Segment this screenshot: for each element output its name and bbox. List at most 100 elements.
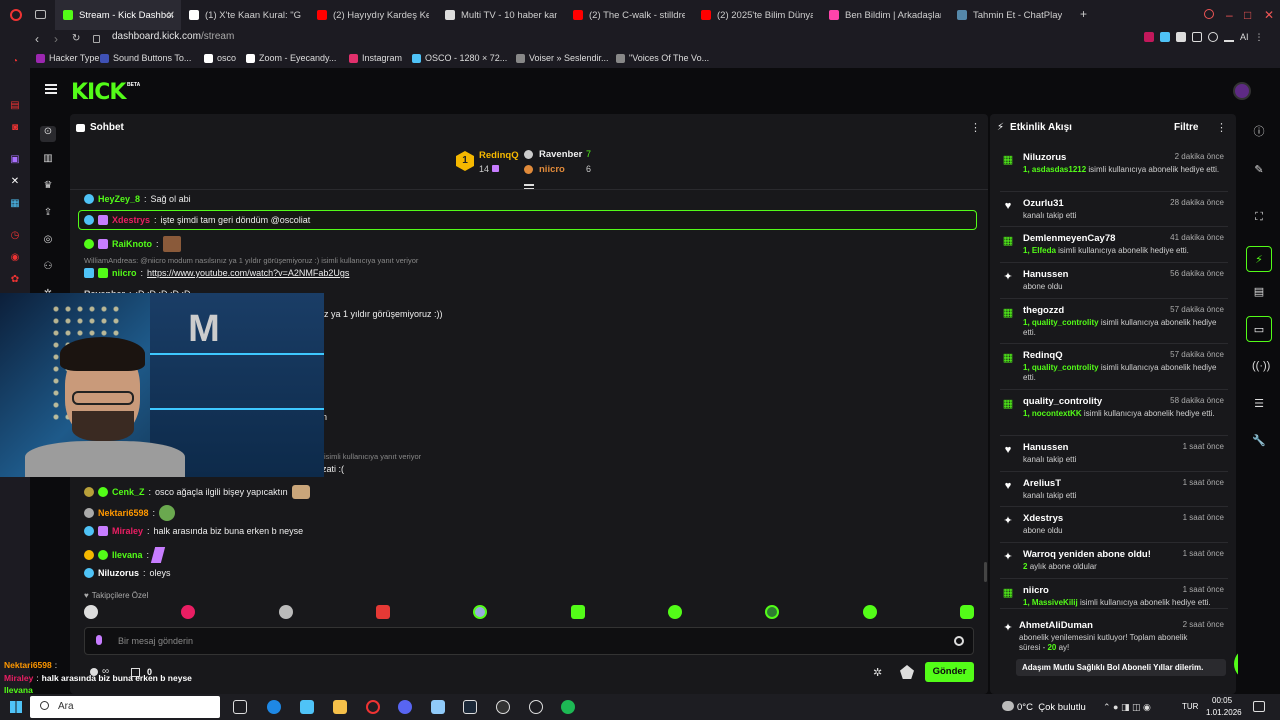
clock-time[interactable]: 00:05 (1212, 696, 1232, 705)
bookmark-item[interactable]: Hacker Typer (36, 53, 102, 63)
feed-item-name[interactable]: Warroq yeniden abone oldu! (1023, 549, 1151, 560)
browser-tab[interactable]: (2) 2025'te Bilim Dünyası (693, 0, 821, 30)
emote-10[interactable] (959, 605, 974, 619)
nav-upload-icon[interactable]: ⇪ (42, 207, 54, 219)
chat-username[interactable]: RaiKnoto (112, 239, 152, 249)
leader-2-name[interactable]: Ravenber (539, 149, 582, 160)
chat-username[interactable]: niicro (112, 268, 137, 278)
chat-username[interactable]: Ilevana (112, 550, 143, 560)
chat-username[interactable]: Niluzorus (98, 568, 139, 578)
app-icon-2[interactable] (529, 700, 543, 714)
tray-icons[interactable]: ⌃ ● ◨ ◫ ◉ (1103, 702, 1151, 713)
emote-7[interactable] (667, 605, 682, 619)
chat-username[interactable]: Xdestrys (112, 215, 150, 225)
sidebar-app-icon[interactable]: ▦ (9, 198, 21, 210)
queue-icon[interactable]: ☰ (1252, 397, 1266, 411)
bookmark-item[interactable]: osco (204, 53, 236, 63)
tab-list-icon[interactable] (35, 10, 46, 19)
feed-item-name[interactable]: Hanussen (1023, 442, 1068, 453)
feed-item-name[interactable]: Xdestrys (1023, 513, 1063, 524)
ai-button[interactable]: AI (1240, 32, 1249, 43)
search-tabs-icon[interactable] (1204, 9, 1214, 19)
feed-item-name[interactable]: Niluzorus (1023, 152, 1066, 163)
feed-item-name[interactable]: AhmetAliDuman (1019, 620, 1093, 631)
activity-feed-tool-icon[interactable]: ⚡ (1246, 246, 1272, 272)
leader-3-name[interactable]: niicro (539, 164, 565, 175)
feed-item-highlight[interactable]: asdasdas1212 (1032, 165, 1086, 174)
chat-settings-icon[interactable]: ✲ (873, 666, 882, 679)
emote-2[interactable] (181, 605, 196, 619)
sidebar-instagram-icon[interactable]: ◙ (9, 122, 21, 134)
microphone-icon[interactable] (96, 635, 102, 645)
chat-scrollbar[interactable] (984, 562, 987, 582)
feed-item-highlight[interactable]: nocontextKK (1032, 409, 1082, 418)
taskbar-search[interactable]: Ara (30, 696, 220, 718)
emote-1[interactable] (84, 605, 98, 619)
clock-date[interactable]: 1.01.2026 (1206, 708, 1242, 717)
menu-kebab-icon[interactable]: ⋮ (1255, 32, 1264, 43)
sidebar-settings-icon[interactable]: ✿ (9, 274, 21, 286)
tab-close-icon[interactable]: ✕ (167, 10, 175, 21)
reload-icon[interactable]: ↻ (72, 33, 80, 44)
chat-input[interactable] (84, 627, 974, 655)
wrench-icon[interactable]: 🔧 (1252, 434, 1266, 448)
chat-username[interactable]: Nektari6598 (98, 508, 149, 518)
feed-item-highlight[interactable]: Elfeda (1032, 246, 1056, 255)
chat-username[interactable]: HeyZey_8 (98, 194, 140, 204)
nav-users-icon[interactable]: ⚇ (42, 261, 54, 273)
nav-stream-icon[interactable]: ⊙ (40, 126, 56, 142)
browser-tab[interactable]: Stream - Kick Dashboard✕ (55, 0, 181, 30)
notes-icon[interactable]: ▤ (1252, 285, 1266, 299)
screen-capture-icon[interactable]: ⛶ (1252, 210, 1266, 224)
explorer-icon[interactable] (333, 700, 347, 714)
minimize-button[interactable]: – (1226, 8, 1233, 22)
sidebar-home-icon[interactable]: ◔ (9, 56, 21, 68)
emote-3[interactable] (278, 605, 293, 619)
extension-icons[interactable]: AI ⋮ (1144, 32, 1264, 43)
sidebar-history-icon[interactable]: ◷ (9, 230, 21, 242)
chat-menu-icon[interactable]: ⋮ (970, 121, 981, 134)
bookmark-item[interactable]: Voiser » Seslendir... (516, 53, 609, 63)
leader-1-name[interactable]: RedinqQ (479, 150, 519, 161)
feed-item-name[interactable]: AreliusT (1023, 478, 1061, 489)
sidebar-messenger-icon[interactable]: ▤ (9, 100, 21, 112)
opera-taskbar-icon[interactable] (366, 700, 380, 714)
browser-tab[interactable]: (1) X'te Kaan Kural: "Gelen (181, 0, 309, 30)
feed-item-highlight[interactable]: quality_controlity (1032, 363, 1099, 372)
browser-tab[interactable]: Tahmin Et - ChatPlay (949, 0, 1077, 30)
discord-icon[interactable] (398, 700, 412, 714)
close-window-button[interactable]: ✕ (1264, 8, 1274, 22)
chat-username[interactable]: Cenk_Z (112, 487, 145, 497)
extension-5-icon[interactable] (1208, 32, 1218, 42)
store-icon[interactable] (300, 700, 314, 714)
chat-link[interactable]: https://www.youtube.com/watch?v=A2NMFab2… (147, 268, 349, 278)
start-icon[interactable] (10, 701, 22, 713)
emote-8[interactable] (765, 605, 780, 619)
emoji-icon[interactable] (954, 636, 964, 646)
extension-3-icon[interactable] (1176, 32, 1186, 42)
edit-icon[interactable]: ✎ (1252, 163, 1266, 177)
download-icon[interactable] (1224, 32, 1234, 42)
nav-dashboard-icon[interactable]: ▥ (42, 153, 54, 165)
send-button[interactable]: Gönder (925, 662, 974, 682)
back-icon[interactable]: ‹ (35, 32, 39, 46)
emote-4[interactable] (375, 605, 390, 619)
sidebar-twitch-icon[interactable]: ▣ (9, 154, 21, 166)
bookmark-item[interactable]: OSCO - 1280 × 72... (412, 53, 507, 63)
notification-icon[interactable] (1253, 701, 1265, 712)
language-indicator[interactable]: TUR (1182, 702, 1198, 711)
feed-item-name[interactable]: DemlenmeyenCay78 (1023, 233, 1115, 244)
feed-item-highlight[interactable]: 2 (1023, 562, 1027, 571)
maximize-button[interactable]: □ (1244, 8, 1251, 22)
obs-icon[interactable] (496, 700, 510, 714)
nav-camera-icon[interactable]: ◎ (42, 234, 54, 246)
info-icon[interactable]: ⓘ (1252, 125, 1266, 139)
sidebar-extensions-icon[interactable]: ◉ (9, 252, 21, 264)
forward-icon[interactable]: › (54, 32, 58, 46)
extension-2-icon[interactable] (1160, 32, 1170, 42)
extension-4-icon[interactable] (1192, 32, 1202, 42)
emote-5[interactable] (473, 605, 488, 619)
steam-icon[interactable] (463, 700, 477, 714)
feed-item-name[interactable]: thegozzd (1023, 305, 1064, 316)
chat-username[interactable]: Miraley (112, 526, 143, 536)
